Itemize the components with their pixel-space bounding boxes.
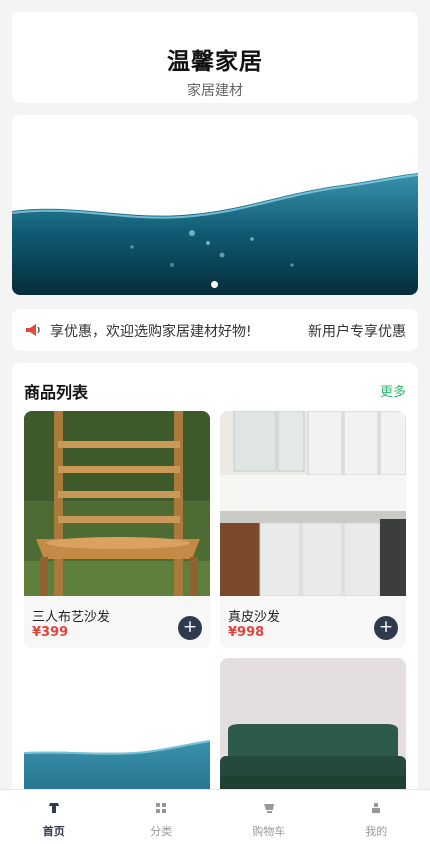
header-card: 温馨家居 家居建材: [12, 12, 418, 103]
tab-category[interactable]: 分类: [108, 790, 216, 844]
megaphone-icon: [26, 324, 40, 336]
bottom-tabbar: 首页 分类 购物车 我的: [0, 789, 430, 844]
notice-text: 享优惠，欢迎选购家居建材好物!: [50, 324, 252, 340]
tab-label: 首页: [42, 825, 65, 838]
tab-cart[interactable]: 购物车: [215, 790, 323, 844]
add-to-cart-button[interactable]: +: [374, 616, 398, 640]
tab-mine[interactable]: 我的: [323, 790, 430, 844]
more-link[interactable]: 更多: [380, 381, 406, 400]
shirt-icon: [48, 803, 59, 813]
tab-label: 分类: [150, 825, 173, 838]
product-image-kitchen: [220, 411, 406, 596]
cart-icon: [263, 804, 274, 813]
product-image-chair: [24, 411, 210, 596]
product-name: 三人布艺沙发: [32, 610, 111, 625]
product-name: 真皮沙发: [228, 610, 281, 625]
grid-icon: [156, 803, 167, 813]
product-card[interactable]: 三人布艺沙发 ¥399 +: [24, 411, 210, 648]
goods-title: 商品列表: [24, 383, 89, 402]
user-icon: [372, 803, 381, 813]
tab-label: 我的: [365, 825, 388, 838]
banner-carousel[interactable]: [12, 115, 418, 295]
notice-bar[interactable]: 享优惠，欢迎选购家居建材好物! 新用户专享优惠: [12, 309, 418, 351]
shop-subtitle: 家居建材: [187, 83, 243, 99]
tab-home[interactable]: 首页: [0, 790, 108, 844]
notice-text-repeat: 新用户专享优惠: [308, 324, 406, 340]
banner-indicator-dot[interactable]: [211, 281, 218, 288]
add-to-cart-button[interactable]: +: [178, 616, 202, 640]
product-price: ¥399: [32, 625, 69, 640]
shop-name: 温馨家居: [167, 49, 263, 75]
product-card[interactable]: 真皮沙发 ¥998 +: [220, 411, 406, 648]
product-price: ¥998: [228, 625, 265, 640]
tab-label: 购物车: [252, 825, 286, 838]
goods-section: 商品列表 更多 三人布艺沙发 ¥399 + 真皮沙发 ¥998 +: [12, 363, 418, 844]
banner-image: [12, 115, 418, 295]
